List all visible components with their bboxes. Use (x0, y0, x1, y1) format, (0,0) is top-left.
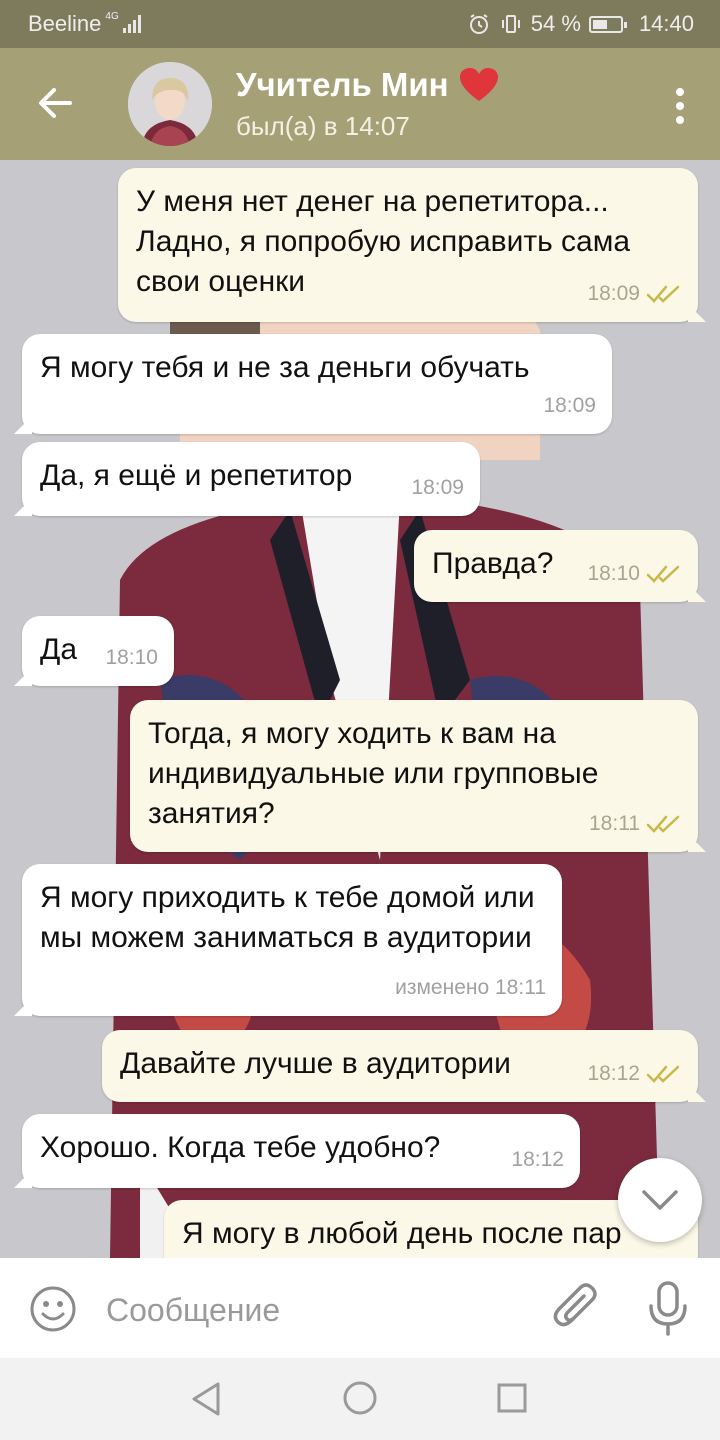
paperclip-icon (553, 1283, 597, 1327)
message-text: Да, я ещё и репетитор (40, 459, 353, 492)
message-meta: 18:09 (411, 468, 464, 508)
message-bubble[interactable]: Да 18:10 (22, 616, 174, 686)
message-input[interactable] (104, 1284, 528, 1336)
message-time: изменено 18:11 (395, 976, 546, 999)
last-seen: был(а) в 14:07 (236, 111, 410, 141)
double-check-icon (646, 815, 680, 833)
square-recent-icon (497, 1383, 527, 1413)
message-bubble[interactable]: Я могу в любой день после пар (164, 1200, 698, 1258)
vibrate-icon (501, 15, 520, 33)
message-time: 18:12 (511, 1148, 564, 1171)
signal-icon (122, 15, 141, 33)
message-text: Я могу тебя и не за деньги обучать (40, 351, 530, 384)
message-bubble[interactable]: Да, я ещё и репетитор 18:09 (22, 442, 480, 516)
nav-recent-apps-button[interactable] (496, 1382, 528, 1414)
message-meta: 18:12 (511, 1140, 564, 1180)
circle-home-icon (343, 1381, 377, 1415)
chevron-down-icon (642, 1190, 678, 1210)
emoji-button[interactable] (28, 1284, 78, 1334)
nav-back-button[interactable] (188, 1380, 224, 1418)
back-button[interactable] (30, 78, 80, 128)
alarm-icon (469, 14, 488, 34)
status-bar: Beeline 4G 54 % 14:40 (0, 0, 720, 48)
chat-title[interactable]: Учитель Мин (236, 66, 499, 104)
message-bubble[interactable]: Я могу тебя и не за деньги обучать 18:09 (22, 334, 612, 434)
message-time: 18:11 (589, 812, 640, 835)
clock: 14:40 (638, 11, 694, 36)
battery-percent: 54 % (530, 11, 581, 36)
message-meta: 18:12 (587, 1054, 682, 1094)
double-check-icon (646, 1065, 680, 1083)
message-text: Хорошо. Когда тебе удобно? (40, 1131, 441, 1164)
microphone-icon (649, 1281, 687, 1336)
message-text: Да (40, 633, 78, 666)
message-bubble[interactable]: Я могу приходить к тебе домой или мы мож… (22, 864, 562, 1016)
status-left: Beeline 4G (28, 11, 141, 37)
message-meta: 18:10 (587, 554, 682, 594)
message-meta: 18:11 (589, 804, 682, 844)
status-right: 54 % 14:40 (467, 11, 694, 37)
red-heart-icon (459, 68, 498, 101)
message-bubble[interactable]: Хорошо. Когда тебе удобно? 18:12 (22, 1114, 580, 1188)
message-text: Правда? (432, 547, 554, 580)
triangle-back-icon (192, 1382, 220, 1416)
message-time: 18:09 (587, 282, 640, 305)
carrier-name: Beeline (28, 11, 102, 36)
message-time: 18:10 (587, 562, 640, 585)
message-time: 18:10 (105, 646, 158, 669)
message-text: Я могу приходить к тебе домой или мы мож… (40, 881, 535, 954)
message-text: Давайте лучше в аудитории (120, 1047, 511, 1080)
arrow-left-icon (39, 88, 72, 118)
more-vert-icon (676, 88, 684, 96)
nav-home-button[interactable] (342, 1380, 378, 1416)
scroll-to-bottom-button[interactable] (618, 1158, 702, 1242)
battery-icon (588, 15, 627, 33)
message-time: 18:09 (411, 476, 464, 499)
message-bubble[interactable]: Тогда, я могу ходить к вам на индивидуал… (130, 700, 698, 852)
message-bubble[interactable]: Давайте лучше в аудитории 18:12 (102, 1030, 698, 1102)
microphone-button[interactable] (646, 1280, 690, 1338)
chat-header: Учитель Мин был(а) в 14:07 (0, 48, 720, 160)
message-list[interactable]: У меня нет денег на репетитора... Ладно,… (0, 160, 720, 1258)
system-navigation-bar (0, 1358, 720, 1440)
attach-button[interactable] (550, 1280, 602, 1336)
message-text: Я могу в любой день после пар (182, 1217, 622, 1250)
message-meta: 18:09 (587, 274, 682, 314)
avatar[interactable] (128, 62, 212, 146)
message-bubble[interactable]: У меня нет денег на репетитора... Ладно,… (118, 168, 698, 322)
message-meta: 18:09 (543, 386, 596, 426)
network-type: 4G (105, 10, 119, 22)
message-time: 18:12 (587, 1062, 640, 1085)
contact-name: Учитель Мин (236, 66, 449, 103)
message-meta: изменено 18:11 (395, 968, 546, 1008)
message-bubble[interactable]: Правда? 18:10 (414, 530, 698, 602)
double-check-icon (646, 565, 680, 583)
double-check-icon (646, 285, 680, 303)
message-composer (0, 1258, 720, 1358)
message-time: 18:09 (543, 394, 596, 417)
smiley-icon (30, 1286, 76, 1332)
more-menu-button[interactable] (670, 88, 690, 128)
message-meta: 18:10 (105, 638, 158, 678)
avatar-image (128, 62, 212, 146)
